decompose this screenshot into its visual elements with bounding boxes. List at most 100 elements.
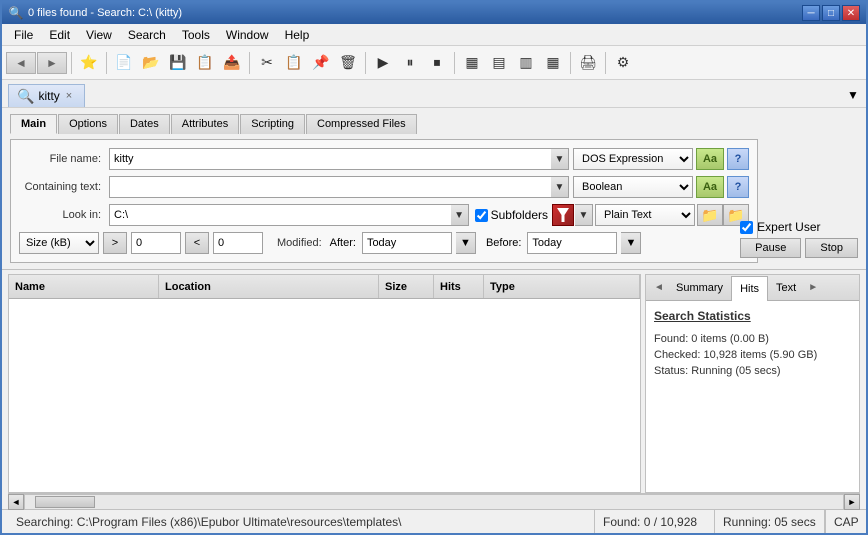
containing-input[interactable] — [109, 176, 551, 198]
save-as-button[interactable]: 📋 — [192, 50, 218, 76]
expert-checkbox[interactable] — [740, 221, 753, 234]
subfolders-checkbox[interactable] — [475, 209, 488, 222]
look-in-row: Look in: ▼ Subfolders — [19, 204, 749, 226]
tab-attributes[interactable]: Attributes — [171, 114, 239, 134]
col-location[interactable]: Location — [159, 275, 379, 298]
form-tabs: Main Options Dates Attributes Scripting … — [10, 114, 858, 134]
view3-button[interactable]: ▥ — [513, 50, 539, 76]
filter-dropdown[interactable]: ▼ — [575, 204, 593, 226]
file-name-dropdown[interactable]: ▼ — [551, 148, 569, 170]
size-type-select[interactable]: Size (kB) Size (B) Size (MB) — [19, 232, 99, 254]
menu-file[interactable]: File — [6, 24, 41, 45]
pause-button[interactable]: Pause — [740, 238, 801, 258]
stop-tb-button[interactable]: ⏹ — [424, 50, 450, 76]
cut-button[interactable]: ✂ — [254, 50, 280, 76]
back-button[interactable]: ◄ — [6, 52, 36, 74]
right-panel: ◄ Summary Hits Text ► Search Statistics … — [645, 274, 860, 493]
forward-button[interactable]: ► — [37, 52, 67, 74]
hscroll-left[interactable]: ◄ — [8, 494, 24, 510]
tab-compressed[interactable]: Compressed Files — [306, 114, 417, 134]
file-name-label: File name: — [19, 153, 109, 165]
filter-icon[interactable] — [552, 204, 574, 226]
menu-bar: File Edit View Search Tools Window Help — [2, 24, 866, 46]
before-date-input[interactable] — [527, 232, 617, 254]
containing-type-select[interactable]: Boolean Wildcards Regular Expression — [573, 176, 693, 198]
panel-tab-summary[interactable]: Summary — [668, 275, 731, 300]
size-gt-btn[interactable]: > — [103, 232, 127, 254]
after-date-input[interactable] — [362, 232, 452, 254]
hscroll-right[interactable]: ► — [844, 494, 860, 510]
tab-scripting[interactable]: Scripting — [240, 114, 305, 134]
status-caps: CAP — [825, 510, 860, 533]
title-controls: ─ □ ✕ — [802, 5, 860, 21]
minimize-button[interactable]: ─ — [802, 5, 820, 21]
file-name-row: File name: ▼ DOS Expression Regular Expr… — [19, 148, 749, 170]
panel-tab-text[interactable]: Text — [768, 275, 804, 300]
expert-user-check[interactable]: Expert User — [740, 220, 820, 234]
containing-dropdown[interactable]: ▼ — [551, 176, 569, 198]
menu-tools[interactable]: Tools — [174, 24, 218, 45]
new-search-button[interactable]: 📄 — [111, 50, 137, 76]
size-min-input[interactable] — [131, 232, 181, 254]
col-size[interactable]: Size — [379, 275, 434, 298]
tab-dates[interactable]: Dates — [119, 114, 170, 134]
tab-dropdown[interactable]: ▼ — [844, 84, 862, 106]
menu-search[interactable]: Search — [120, 24, 174, 45]
menu-help[interactable]: Help — [277, 24, 318, 45]
menu-view[interactable]: View — [78, 24, 120, 45]
hscroll-track[interactable] — [24, 494, 844, 510]
paste-button[interactable]: 📌 — [308, 50, 334, 76]
save-button[interactable]: 💾 — [165, 50, 191, 76]
copy-button[interactable]: 📋 — [281, 50, 307, 76]
view1-button[interactable]: ▦ — [459, 50, 485, 76]
delete-button[interactable]: 🗑 — [335, 50, 361, 76]
panel-nav-right[interactable]: ► — [804, 279, 822, 297]
look-in-dropdown[interactable]: ▼ — [451, 204, 469, 226]
panel-tab-hits[interactable]: Hits — [731, 276, 768, 301]
stat-checked: Checked: 10,928 items (5.90 GB) — [654, 349, 851, 361]
stop-button[interactable]: Stop — [805, 238, 858, 258]
pause-tb-button[interactable]: ⏸ — [397, 50, 423, 76]
containing-help-btn[interactable]: ? — [727, 176, 749, 198]
file-name-input[interactable] — [109, 148, 551, 170]
options-button[interactable]: ⚙ — [610, 50, 636, 76]
containing-aa-btn[interactable]: Aa — [696, 176, 724, 198]
separator-5 — [454, 52, 455, 74]
stats-title: Search Statistics — [654, 309, 851, 323]
maximize-button[interactable]: □ — [822, 5, 840, 21]
col-type[interactable]: Type — [484, 275, 640, 298]
expert-label: Expert User — [757, 220, 820, 234]
hscroll-thumb[interactable] — [35, 496, 95, 508]
file-name-help-btn[interactable]: ? — [727, 148, 749, 170]
file-name-type-select[interactable]: DOS Expression Regular Expression Wildca… — [573, 148, 693, 170]
stat-found: Found: 0 items (0.00 B) — [654, 333, 851, 345]
size-max-input[interactable] — [213, 232, 263, 254]
search-form: Expert User Pause Stop Main Options Date… — [2, 108, 866, 270]
search-tab[interactable]: 🔍 kitty × — [8, 84, 85, 107]
open-button[interactable]: 📂 — [138, 50, 164, 76]
plain-text-select[interactable]: Plain Text Binary — [595, 204, 695, 226]
print-button[interactable]: 🖨 — [575, 50, 601, 76]
col-name[interactable]: Name — [9, 275, 159, 298]
tab-options[interactable]: Options — [58, 114, 118, 134]
before-cal-btn[interactable]: ▼ — [621, 232, 641, 254]
file-name-aa-btn[interactable]: Aa — [696, 148, 724, 170]
size-lt-btn[interactable]: < — [185, 232, 209, 254]
col-hits[interactable]: Hits — [434, 275, 484, 298]
look-in-input[interactable] — [109, 204, 451, 226]
panel-nav-left[interactable]: ◄ — [650, 279, 668, 297]
after-cal-btn[interactable]: ▼ — [456, 232, 476, 254]
menu-window[interactable]: Window — [218, 24, 277, 45]
menu-edit[interactable]: Edit — [41, 24, 78, 45]
close-button[interactable]: ✕ — [842, 5, 860, 21]
search-tab-close[interactable]: × — [64, 90, 74, 102]
export-button[interactable]: 📤 — [219, 50, 245, 76]
start-button[interactable]: ▶ — [370, 50, 396, 76]
view4-button[interactable]: ▦ — [540, 50, 566, 76]
tab-main[interactable]: Main — [10, 114, 57, 134]
after-label: After: — [330, 237, 356, 249]
view2-button[interactable]: ▤ — [486, 50, 512, 76]
star-button[interactable]: ⭐ — [76, 50, 102, 76]
folder-browse-btn1[interactable]: 📁 — [697, 204, 723, 226]
subfolders-check[interactable]: Subfolders — [475, 208, 548, 222]
